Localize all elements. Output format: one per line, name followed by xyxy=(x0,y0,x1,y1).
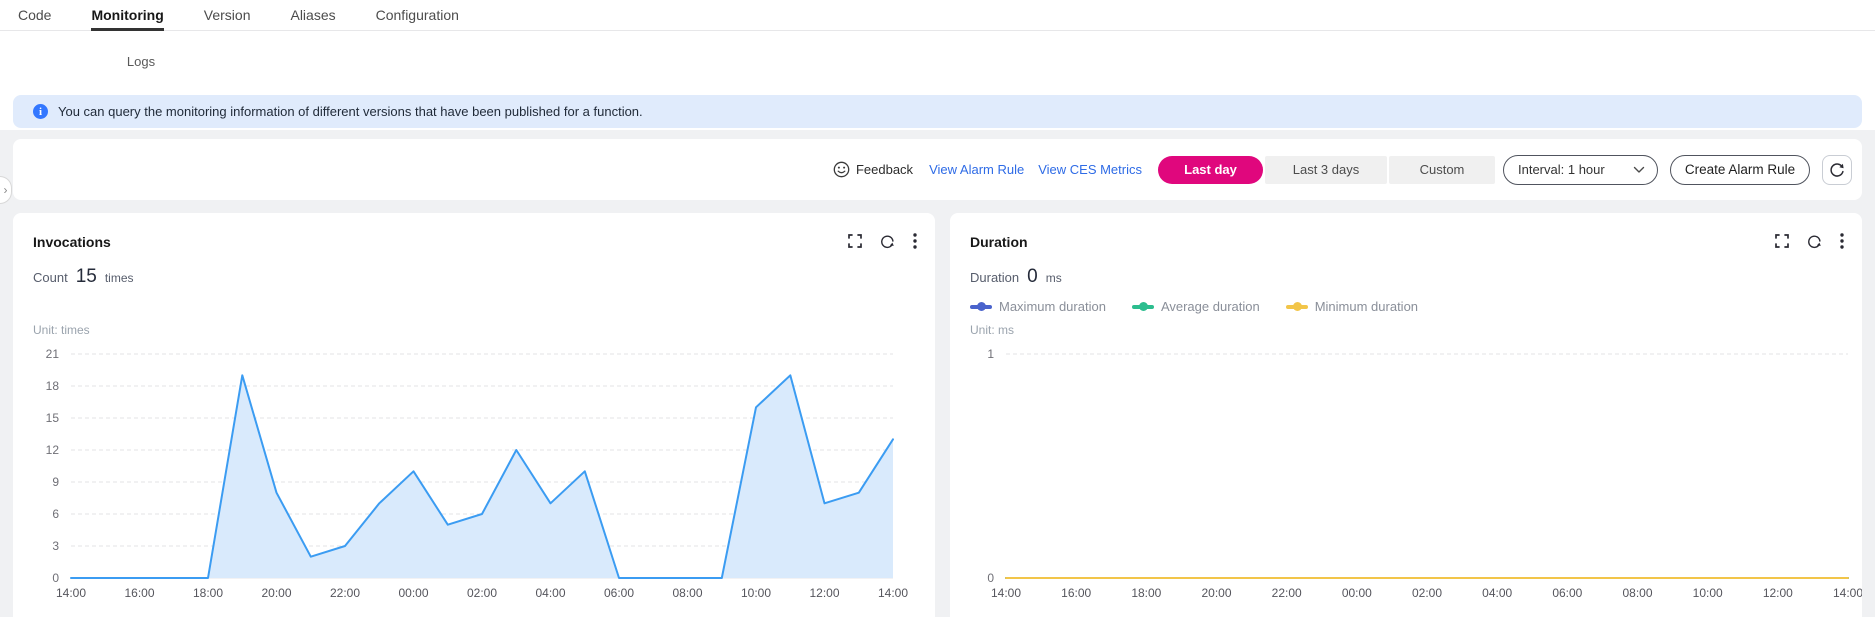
svg-text:15: 15 xyxy=(46,411,60,425)
view-alarm-rule-link[interactable]: View Alarm Rule xyxy=(929,162,1024,177)
tab-monitoring[interactable]: Monitoring xyxy=(91,0,163,30)
duration-stat: Duration 0 ms xyxy=(970,266,1062,288)
svg-text:08:00: 08:00 xyxy=(672,586,702,600)
duration-panel: Duration Duration 0 ms Maximum duration xyxy=(950,213,1862,617)
monitoring-toolbar: Feedback View Alarm Rule View CES Metric… xyxy=(13,139,1862,200)
collapse-chevron-icon: › xyxy=(4,183,8,197)
svg-text:14:00: 14:00 xyxy=(878,586,908,600)
legend-label: Minimum duration xyxy=(1315,299,1418,314)
time-range-group: Last day Last 3 days Custom xyxy=(1158,156,1495,184)
duration-panel-title: Duration xyxy=(970,234,1028,250)
info-banner: i You can query the monitoring informati… xyxy=(13,95,1862,128)
svg-text:3: 3 xyxy=(52,539,59,553)
info-banner-text: You can query the monitoring information… xyxy=(58,104,643,119)
legend-marker xyxy=(970,305,992,309)
chevron-down-icon xyxy=(1633,166,1645,174)
stat-unit: ms xyxy=(1046,271,1062,285)
legend-label: Maximum duration xyxy=(999,299,1106,314)
stat-value: 15 xyxy=(76,266,97,288)
svg-text:02:00: 02:00 xyxy=(467,586,497,600)
invocations-stat: Count 15 times xyxy=(33,266,134,288)
view-ces-metrics-link[interactable]: View CES Metrics xyxy=(1038,162,1142,177)
subtab-metrics[interactable]: Metrics xyxy=(14,48,111,74)
svg-text:14:00: 14:00 xyxy=(56,586,86,600)
range-last-day-button[interactable]: Last day xyxy=(1158,156,1263,184)
feedback-label: Feedback xyxy=(856,162,913,177)
svg-text:1: 1 xyxy=(987,347,994,361)
legend-label: Average duration xyxy=(1161,299,1260,314)
function-tabbar: Code Monitoring Version Aliases Configur… xyxy=(0,0,1875,31)
invocations-panel-actions xyxy=(848,233,917,249)
svg-text:0: 0 xyxy=(987,571,994,585)
stat-value: 0 xyxy=(1027,266,1038,288)
legend-item-maximum-duration[interactable]: Maximum duration xyxy=(970,299,1106,314)
svg-text:02:00: 02:00 xyxy=(1412,586,1442,600)
duration-chart: 0 1 14:00 16:00 18:00 20:00 22:00 00:00 02:00 04:… xyxy=(950,333,1862,613)
legend-item-minimum-duration[interactable]: Minimum duration xyxy=(1286,299,1418,314)
invocations-panel: Invocations Count 15 times Unit: times 0… xyxy=(13,213,935,617)
svg-text:08:00: 08:00 xyxy=(1622,586,1652,600)
toolbar-refresh-button[interactable] xyxy=(1822,155,1852,185)
svg-text:00:00: 00:00 xyxy=(398,586,428,600)
legend-marker xyxy=(1286,305,1308,309)
svg-text:22:00: 22:00 xyxy=(1272,586,1302,600)
svg-text:16:00: 16:00 xyxy=(124,586,154,600)
refresh-icon[interactable] xyxy=(880,234,895,249)
duration-panel-actions xyxy=(1775,233,1844,249)
legend-item-average-duration[interactable]: Average duration xyxy=(1132,299,1260,314)
svg-text:12:00: 12:00 xyxy=(809,586,839,600)
svg-text:18:00: 18:00 xyxy=(1131,586,1161,600)
svg-text:20:00: 20:00 xyxy=(261,586,291,600)
tab-version[interactable]: Version xyxy=(204,0,251,30)
interval-dropdown-value: Interval: 1 hour xyxy=(1518,162,1605,177)
svg-text:06:00: 06:00 xyxy=(604,586,634,600)
duration-legend: Maximum duration Average duration Minimu… xyxy=(970,299,1418,314)
kebab-menu-icon[interactable] xyxy=(913,233,917,249)
fullscreen-icon[interactable] xyxy=(1775,234,1789,248)
svg-text:14:00: 14:00 xyxy=(991,586,1021,600)
svg-text:12:00: 12:00 xyxy=(1763,586,1793,600)
tab-aliases[interactable]: Aliases xyxy=(290,0,335,30)
range-custom-button[interactable]: Custom xyxy=(1389,156,1495,184)
svg-text:18: 18 xyxy=(46,379,60,393)
create-alarm-rule-button[interactable]: Create Alarm Rule xyxy=(1670,155,1810,185)
svg-text:06:00: 06:00 xyxy=(1552,586,1582,600)
svg-text:16:00: 16:00 xyxy=(1061,586,1091,600)
refresh-icon xyxy=(1829,162,1845,178)
monitoring-page: Code Monitoring Version Aliases Configur… xyxy=(0,0,1875,617)
stat-label: Duration xyxy=(970,270,1019,285)
stat-label: Count xyxy=(33,270,68,285)
legend-marker xyxy=(1132,305,1154,309)
svg-text:04:00: 04:00 xyxy=(1482,586,1512,600)
svg-text:04:00: 04:00 xyxy=(535,586,565,600)
svg-text:20:00: 20:00 xyxy=(1201,586,1231,600)
svg-text:22:00: 22:00 xyxy=(330,586,360,600)
svg-text:21: 21 xyxy=(46,347,60,361)
fullscreen-icon[interactable] xyxy=(848,234,862,248)
tab-configuration[interactable]: Configuration xyxy=(376,0,459,30)
svg-text:00:00: 00:00 xyxy=(1342,586,1372,600)
interval-dropdown[interactable]: Interval: 1 hour xyxy=(1503,155,1658,185)
info-icon: i xyxy=(33,104,48,119)
invocations-panel-title: Invocations xyxy=(33,234,111,250)
svg-text:10:00: 10:00 xyxy=(741,586,771,600)
svg-text:18:00: 18:00 xyxy=(193,586,223,600)
svg-text:14:00: 14:00 xyxy=(1833,586,1862,600)
kebab-menu-icon[interactable] xyxy=(1840,233,1844,249)
smiley-icon xyxy=(833,161,850,178)
svg-text:0: 0 xyxy=(52,571,59,585)
refresh-icon[interactable] xyxy=(1807,234,1822,249)
svg-text:10:00: 10:00 xyxy=(1693,586,1723,600)
subtab-logs[interactable]: Logs xyxy=(118,48,164,74)
stat-unit: times xyxy=(105,271,134,285)
tab-code[interactable]: Code xyxy=(18,0,51,30)
invocations-chart: 0 3 6 9 12 15 18 21 14:00 16:00 18:00 20:00 22:00 00:… xyxy=(13,333,935,613)
feedback-button[interactable]: Feedback xyxy=(833,161,913,178)
svg-text:9: 9 xyxy=(52,475,59,489)
svg-text:6: 6 xyxy=(52,507,59,521)
svg-text:12: 12 xyxy=(46,443,60,457)
range-last-3-days-button[interactable]: Last 3 days xyxy=(1265,156,1387,184)
